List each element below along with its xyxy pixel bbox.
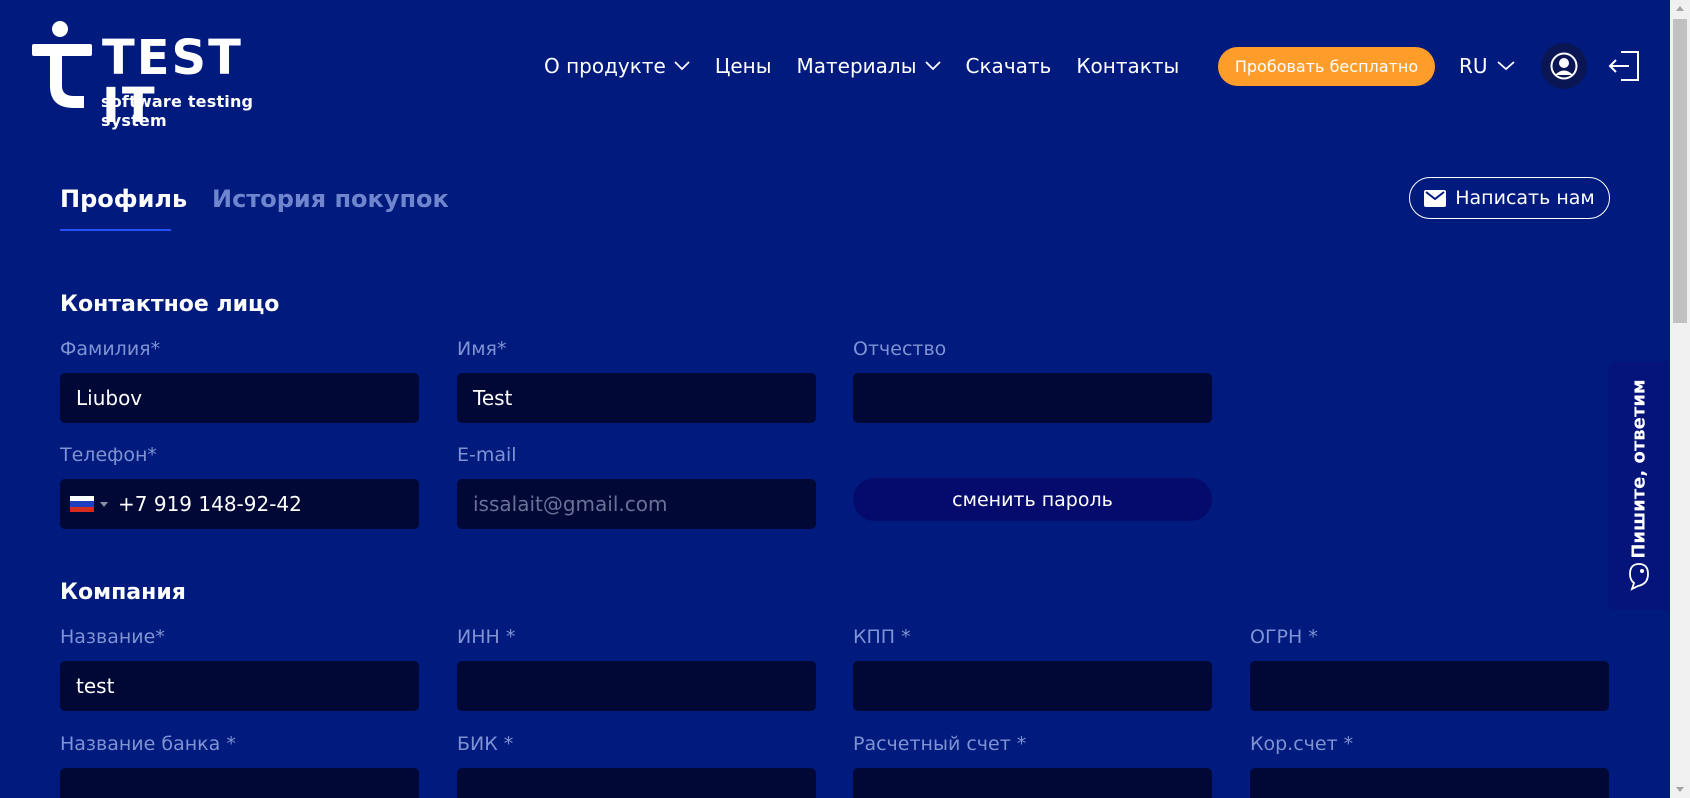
nav-item-prices[interactable]: Цены: [715, 54, 772, 78]
logout-icon[interactable]: [1607, 49, 1641, 83]
last-name-label: Фамилия*: [60, 338, 161, 360]
language-selector[interactable]: RU: [1459, 50, 1515, 82]
ogrn-field[interactable]: [1250, 661, 1609, 711]
russia-flag-icon: [70, 496, 94, 512]
chevron-down-icon: [924, 61, 941, 71]
chat-icon: [1629, 563, 1649, 591]
kpp-field[interactable]: [853, 661, 1212, 711]
brand-logo[interactable]: TEST IT software testing system: [32, 18, 312, 130]
email-field[interactable]: issalait@gmail.com: [457, 479, 816, 529]
nav-item-label: О продукте: [544, 54, 666, 78]
bik-label: БИК *: [457, 733, 514, 755]
inn-label: ИНН *: [457, 626, 516, 648]
language-label: RU: [1459, 54, 1488, 78]
company-name-field[interactable]: test: [60, 661, 419, 711]
middle-name-field[interactable]: [853, 373, 1212, 423]
write-us-button[interactable]: Написать нам: [1409, 177, 1610, 219]
brand-subtitle: software testing system: [101, 92, 254, 130]
kpp-label: КПП *: [853, 626, 911, 648]
corr-account-label: Кор.счет *: [1250, 733, 1354, 755]
tab-profile[interactable]: Профиль: [60, 185, 187, 213]
bank-name-field[interactable]: [60, 768, 419, 798]
corr-account-field[interactable]: [1250, 768, 1609, 798]
section-title-contact: Контактное лицо: [60, 292, 280, 317]
avatar[interactable]: [1541, 43, 1587, 89]
nav-item-download[interactable]: Скачать: [966, 54, 1052, 78]
try-free-button[interactable]: Пробовать бесплатно: [1218, 47, 1435, 86]
nav-item-label: Цены: [714, 54, 772, 78]
scroll-up-icon[interactable]: [1676, 6, 1684, 11]
nav-item-materials[interactable]: Материалы: [797, 54, 941, 78]
chevron-down-icon: [674, 61, 690, 71]
phone-label: Телефон*: [60, 444, 157, 466]
section-title-company: Компания: [60, 580, 186, 605]
nav-item-label: Контакты: [1076, 54, 1180, 78]
page: TEST IT software testing system О продук…: [0, 0, 1690, 798]
page-scrollbar[interactable]: [1670, 0, 1690, 798]
change-password-button[interactable]: сменить пароль: [853, 478, 1212, 521]
account-field[interactable]: [853, 768, 1212, 798]
test-it-logo-icon: [32, 21, 92, 108]
account-label: Расчетный счет *: [853, 733, 1027, 755]
active-tab-indicator: [60, 229, 171, 231]
scrollbar-thumb[interactable]: [1673, 19, 1687, 323]
inn-field[interactable]: [457, 661, 816, 711]
nav-item-contacts[interactable]: Контакты: [1076, 54, 1179, 78]
last-name-field[interactable]: Liubov: [60, 373, 419, 423]
main-nav: О продукте Цены Материалы Скачать Контак…: [544, 48, 1204, 84]
chevron-down-icon: [1496, 61, 1515, 71]
phone-country-selector[interactable]: [70, 496, 108, 512]
ogrn-label: ОГРН *: [1250, 626, 1318, 648]
middle-name-label: Отчество: [853, 338, 947, 360]
first-name-field[interactable]: Test: [457, 373, 816, 423]
nav-item-label: Материалы: [796, 54, 917, 78]
write-us-label: Написать нам: [1455, 187, 1595, 209]
feedback-side-tab-label: Пишите, ответим: [1628, 379, 1649, 559]
nav-item-product[interactable]: О продукте: [544, 54, 690, 78]
nav-item-label: Скачать: [965, 54, 1052, 78]
company-name-label: Название*: [60, 626, 165, 648]
caret-down-icon: [100, 501, 108, 507]
email-label: E-mail: [457, 444, 517, 466]
phone-value: +7 919 148-92-42: [118, 492, 302, 516]
mail-icon: [1424, 189, 1447, 207]
feedback-side-tab[interactable]: Пишите, ответим: [1608, 361, 1669, 610]
phone-field[interactable]: +7 919 148-92-42: [60, 479, 419, 529]
bank-name-label: Название банка *: [60, 733, 236, 755]
user-icon: [1550, 52, 1578, 80]
bik-field[interactable]: [457, 768, 816, 798]
first-name-label: Имя*: [457, 338, 507, 360]
tab-purchase-history[interactable]: История покупок: [212, 185, 449, 213]
scroll-down-icon[interactable]: [1676, 787, 1684, 792]
